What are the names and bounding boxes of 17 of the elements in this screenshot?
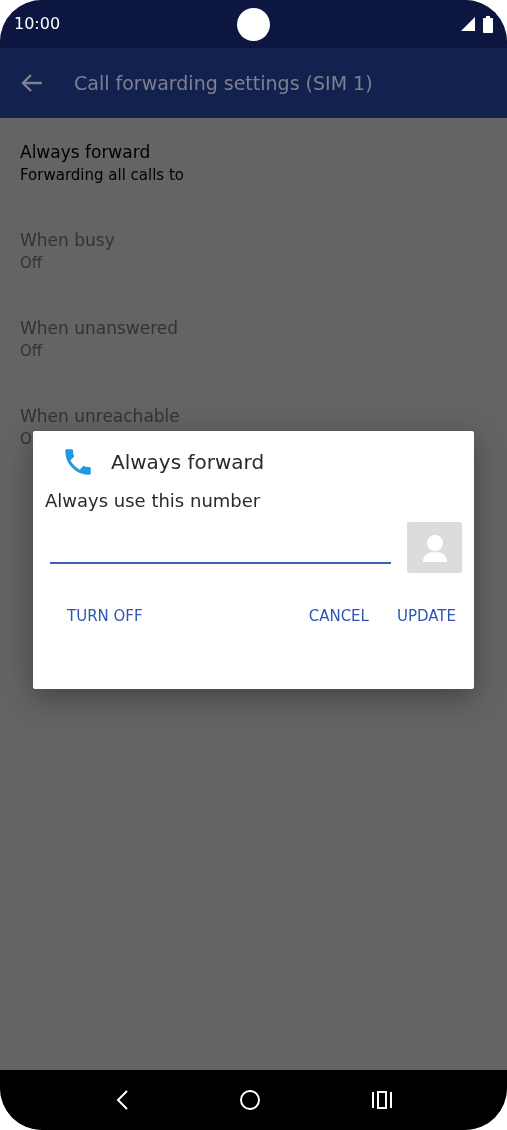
dialog-button[interactable]: TURN OFF [61, 597, 149, 636]
person-icon [421, 533, 448, 562]
dialog-button[interactable]: UPDATE [390, 597, 462, 636]
camera-hole [237, 8, 270, 41]
dialog-title: Always forward [111, 449, 265, 476]
home-nav-icon[interactable] [238, 1089, 261, 1111]
dialog-button[interactable]: CANCEL [302, 597, 375, 636]
back-arrow-icon[interactable] [20, 73, 44, 93]
setting-title[interactable]: Always forward [20, 140, 487, 164]
back-nav-icon[interactable] [114, 1089, 129, 1111]
setting-summary: Forwarding all calls to [20, 165, 185, 186]
app-bar-title: Call forwarding settings (SIM 1) [74, 70, 373, 96]
recents-nav-icon[interactable] [370, 1090, 393, 1110]
status-time: 10:00 [14, 13, 61, 35]
field-label: Always use this number [45, 489, 262, 513]
battery-icon [483, 15, 493, 33]
signal-icon [461, 17, 475, 31]
